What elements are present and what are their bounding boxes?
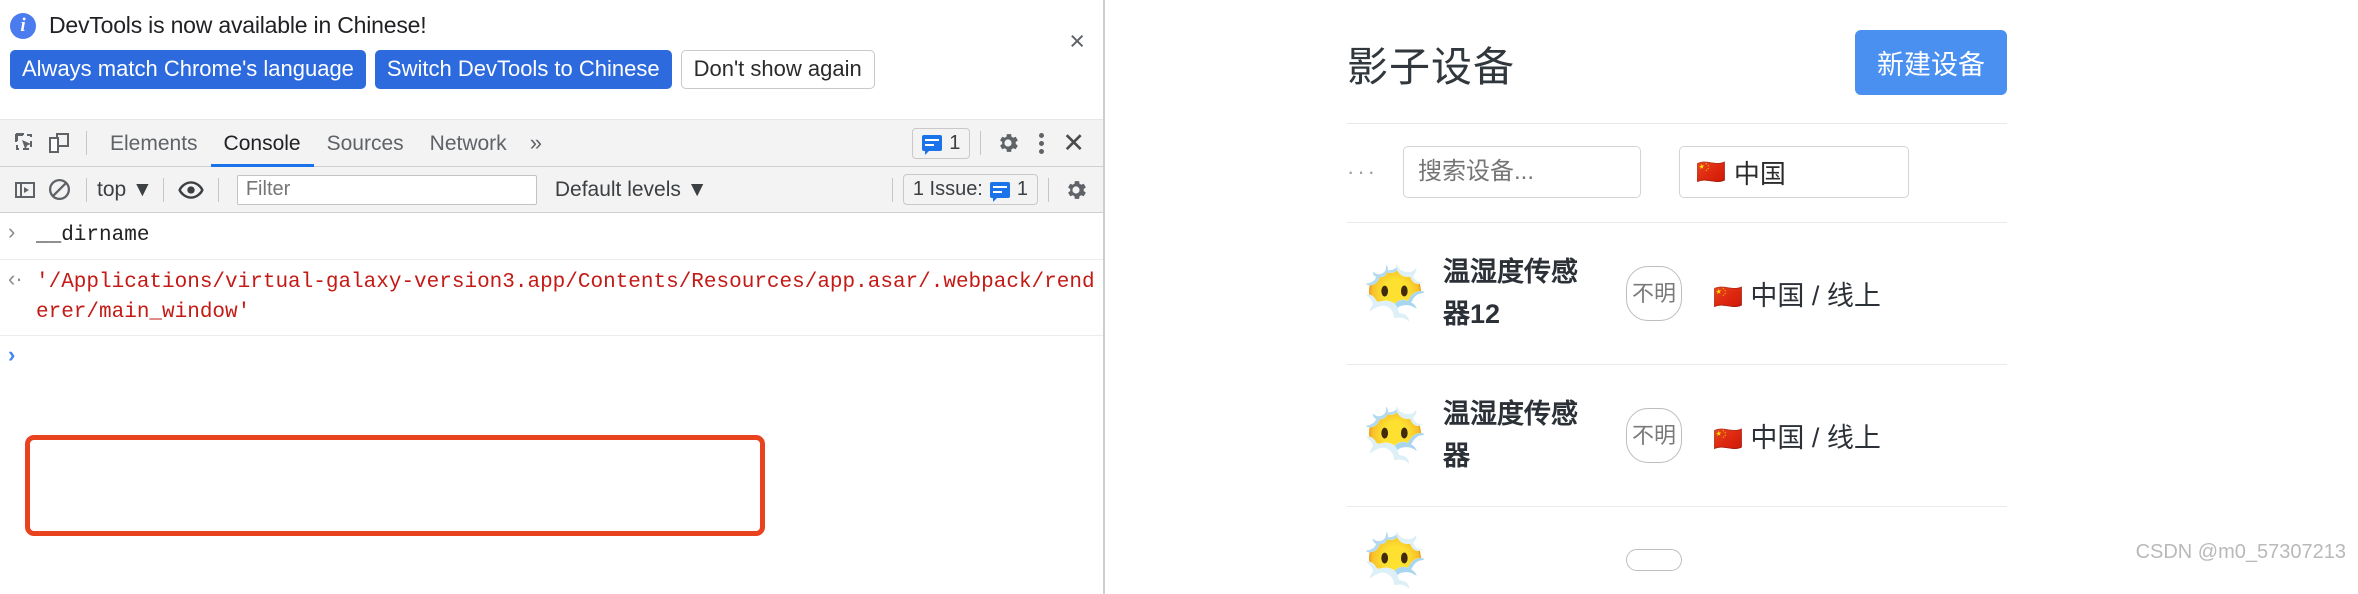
divider xyxy=(162,177,164,202)
filter-row: ··· 🇨🇳 中国 xyxy=(1347,124,2358,222)
search-device-input[interactable] xyxy=(1403,146,1641,198)
log-levels-value: Default levels xyxy=(554,177,681,201)
device-name: 温湿度传感器12 xyxy=(1443,256,1578,329)
gear-icon[interactable] xyxy=(991,126,1025,160)
shadow-device-page: 影子设备 新建设备 ··· 🇨🇳 中国 😶‍🌫️ 温湿度传感器12 不明 xyxy=(1347,0,2358,587)
device-avatar-icon: 😶‍🌫️ xyxy=(1362,531,1428,590)
page-header: 影子设备 新建设备 xyxy=(1347,0,2007,123)
message-count: 1 xyxy=(949,131,961,154)
switch-devtools-to-chinese-button[interactable]: Switch DevTools to Chinese xyxy=(374,50,672,89)
device-toolbar-icon[interactable] xyxy=(42,126,76,160)
console-output-value: '/Applications/virtual-galaxy-version3.a… xyxy=(36,270,1095,324)
more-options-icon[interactable]: ··· xyxy=(1347,159,1403,185)
tab-sources[interactable]: Sources xyxy=(314,120,417,167)
status-badge: 不明 xyxy=(1626,408,1682,463)
table-row[interactable]: 😶‍🌫️ xyxy=(1347,506,2007,587)
message-count-badge[interactable]: 1 xyxy=(912,127,971,159)
table-row[interactable]: 😶‍🌫️ 温湿度传感器12 不明 🇨🇳 中国 / 线上 xyxy=(1347,222,2007,364)
always-match-chrome-language-button[interactable]: Always match Chrome's language xyxy=(10,50,366,89)
divider xyxy=(217,177,219,202)
console-output[interactable]: › __dirname ‹· '/Applications/virtual-ga… xyxy=(0,213,1103,587)
console-prompt-caret: › xyxy=(8,342,16,368)
tab-network[interactable]: Network xyxy=(417,120,520,167)
console-sidebar-icon[interactable] xyxy=(8,173,42,207)
devtools-tabbar: Elements Console Sources Network » 1 ✕ xyxy=(0,120,1103,167)
console-result-marker: ‹· xyxy=(8,265,23,291)
notification-message: DevTools is now available in Chinese! xyxy=(49,12,427,38)
country-filter-select[interactable]: 🇨🇳 中国 xyxy=(1679,146,1909,198)
status-badge xyxy=(1626,549,1682,571)
console-highlight-annotation xyxy=(25,435,765,536)
info-icon: i xyxy=(10,12,36,39)
inspect-element-icon[interactable] xyxy=(8,126,42,160)
china-flag-icon: 🇨🇳 xyxy=(1713,426,1743,453)
devtools-panel: i DevTools is now available in Chinese! … xyxy=(0,0,1105,594)
console-filter-input[interactable] xyxy=(236,174,537,205)
china-flag-icon: 🇨🇳 xyxy=(1696,158,1726,186)
watermark: CSDN @m0_57307213 xyxy=(2135,541,2346,563)
screenshot-root: i DevTools is now available in Chinese! … xyxy=(0,0,2358,594)
message-icon xyxy=(922,135,943,155)
console-context-selector[interactable]: top ▼ xyxy=(97,178,153,202)
new-device-button[interactable]: 新建设备 xyxy=(1855,30,2007,95)
console-prompt-marker: › xyxy=(8,219,16,244)
device-status xyxy=(1595,549,1713,576)
console-line-input: › __dirname xyxy=(0,213,1103,260)
device-location: 🇨🇳 中国 / 线上 xyxy=(1713,274,1881,313)
kebab-menu-icon[interactable] xyxy=(1025,132,1058,154)
device-avatar-icon: 😶‍🌫️ xyxy=(1362,264,1428,323)
notification-message-row: i DevTools is now available in Chinese! xyxy=(0,0,1103,39)
issues-badge[interactable]: 1 Issue: 1 xyxy=(902,174,1038,205)
device-location-label: 中国 / 线上 xyxy=(1750,281,1881,311)
divider xyxy=(1048,177,1049,202)
device-name: 温湿度传感器 xyxy=(1443,398,1578,471)
status-badge: 不明 xyxy=(1626,266,1682,321)
device-location-label: 中国 / 线上 xyxy=(1750,423,1881,453)
web-app-panel: 影子设备 新建设备 ··· 🇨🇳 中国 😶‍🌫️ 温湿度传感器12 不明 xyxy=(1107,0,2358,594)
country-filter-value: 中国 xyxy=(1733,158,1786,189)
divider xyxy=(891,177,893,202)
tab-elements[interactable]: Elements xyxy=(97,120,211,167)
device-status: 不明 xyxy=(1595,408,1713,463)
device-status: 不明 xyxy=(1595,266,1713,321)
chevron-down-icon: ▼ xyxy=(132,177,153,201)
console-context-value: top xyxy=(97,177,127,201)
console-prompt-row[interactable]: › xyxy=(0,336,1103,396)
devtools-language-notification: i DevTools is now available in Chinese! … xyxy=(0,0,1103,120)
live-expression-icon[interactable] xyxy=(174,173,208,207)
tab-console[interactable]: Console xyxy=(210,120,314,167)
issues-count: 1 xyxy=(1016,178,1028,200)
china-flag-icon: 🇨🇳 xyxy=(1713,284,1743,311)
notification-button-row: Always match Chrome's language Switch De… xyxy=(0,39,1103,89)
chevron-down-icon: ▼ xyxy=(686,177,708,201)
divider xyxy=(86,131,87,155)
console-log-levels-selector[interactable]: Default levels ▼ xyxy=(555,178,708,202)
notification-close-icon[interactable]: × xyxy=(1069,28,1085,55)
page-title: 影子设备 xyxy=(1347,43,1515,90)
device-location: 🇨🇳 中国 / 线上 xyxy=(1713,416,1881,455)
console-line-output: ‹· '/Applications/virtual-galaxy-version… xyxy=(0,260,1103,337)
issues-label: 1 Issue: xyxy=(912,178,983,200)
divider xyxy=(980,131,982,155)
dont-show-again-button[interactable]: Don't show again xyxy=(680,50,875,89)
message-icon xyxy=(989,181,1010,202)
table-row[interactable]: 😶‍🌫️ 温湿度传感器 不明 🇨🇳 中国 / 线上 xyxy=(1347,364,2007,506)
gear-icon[interactable] xyxy=(1059,173,1093,207)
tab-overflow-icon[interactable]: » xyxy=(520,130,552,156)
console-toolbar: top ▼ Default levels ▼ 1 Issue: xyxy=(0,167,1103,213)
device-avatar-icon: 😶‍🌫️ xyxy=(1362,406,1428,465)
clear-console-icon[interactable] xyxy=(42,173,76,207)
close-icon[interactable]: ✕ xyxy=(1058,129,1093,157)
devtools-tabbar-actions: 1 ✕ xyxy=(912,126,1093,160)
divider xyxy=(86,177,87,202)
console-input-expression: __dirname xyxy=(36,224,150,247)
